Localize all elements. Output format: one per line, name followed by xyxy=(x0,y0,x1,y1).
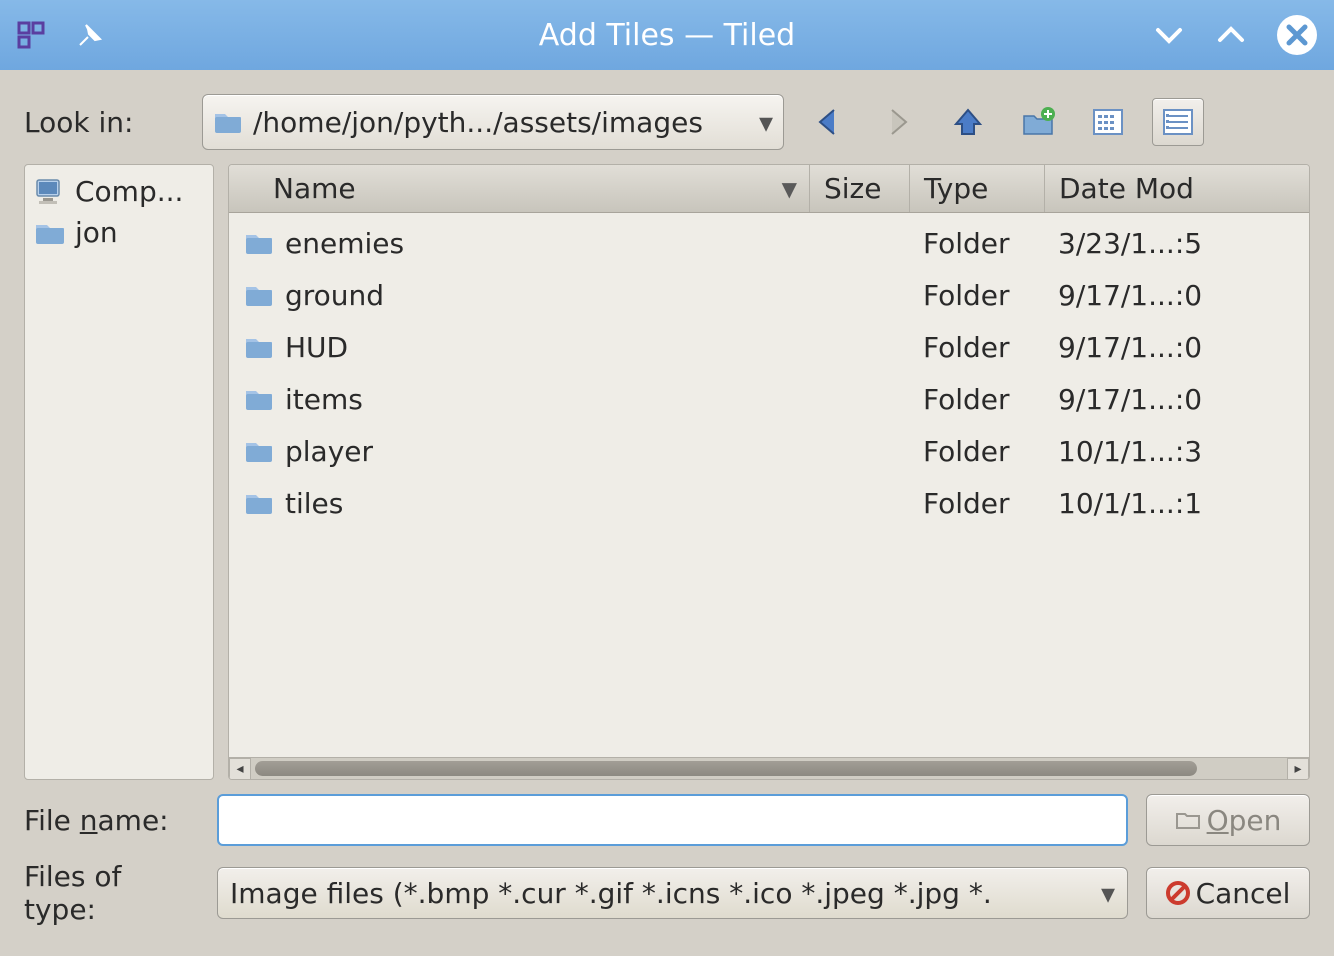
list-view-button[interactable] xyxy=(1082,98,1134,146)
sidebar: Comp... jon xyxy=(24,164,214,780)
filename-input[interactable] xyxy=(217,794,1128,846)
column-label: Size xyxy=(824,172,881,205)
scroll-right-icon[interactable]: ▸ xyxy=(1287,758,1309,780)
file-date: 9/17/1...:0 xyxy=(1058,383,1202,416)
folder-icon xyxy=(243,229,275,257)
sidebar-item-label: Comp... xyxy=(75,175,183,208)
file-type: Folder xyxy=(923,383,1010,416)
column-label: Type xyxy=(924,172,988,205)
column-header-type[interactable]: Type xyxy=(909,165,1044,212)
computer-icon xyxy=(33,177,67,207)
scrollbar-track[interactable] xyxy=(251,758,1287,779)
column-label: Date Mod xyxy=(1059,172,1194,205)
back-button[interactable] xyxy=(802,98,854,146)
file-row[interactable]: tiles Folder 10/1/1...:1 xyxy=(229,477,1309,529)
middle-area: Comp... jon Name ▼ Size Type Date Mod xyxy=(24,164,1310,780)
filename-row: File name: Open xyxy=(24,794,1310,846)
horizontal-scrollbar[interactable]: ◂ ▸ xyxy=(229,757,1309,779)
file-name: HUD xyxy=(285,331,348,364)
lookin-label: Look in: xyxy=(24,106,184,139)
file-name: player xyxy=(285,435,373,468)
file-type: Folder xyxy=(923,279,1010,312)
file-list-body[interactable]: enemies Folder 3/23/1...:5 ground Folder 9/17… xyxy=(229,213,1309,757)
filter-row: Files of type: Image files (*.bmp *.cur … xyxy=(24,860,1310,926)
file-date: 10/1/1...:1 xyxy=(1058,487,1202,520)
cancel-label: Cancel xyxy=(1196,877,1291,910)
titlebar: Add Tiles — Tiled xyxy=(0,0,1334,70)
window-title: Add Tiles — Tiled xyxy=(0,18,1334,53)
nav-buttons xyxy=(802,98,1204,146)
cancel-icon xyxy=(1166,881,1190,905)
file-row[interactable]: items Folder 9/17/1...:0 xyxy=(229,373,1309,425)
file-date: 9/17/1...:0 xyxy=(1058,331,1202,364)
file-name: enemies xyxy=(285,227,404,260)
maximize-icon[interactable] xyxy=(1214,18,1248,52)
path-combo[interactable]: /home/jon/pyth.../assets/images ▾ xyxy=(202,94,784,150)
open-button[interactable]: Open xyxy=(1146,794,1310,846)
chevron-down-icon: ▾ xyxy=(759,106,773,139)
sidebar-item-computer[interactable]: Comp... xyxy=(25,171,213,212)
path-text: /home/jon/pyth.../assets/images xyxy=(253,106,703,139)
file-name: ground xyxy=(285,279,384,312)
scroll-left-icon[interactable]: ◂ xyxy=(229,758,251,780)
close-icon[interactable] xyxy=(1276,14,1318,56)
folder-icon xyxy=(243,385,275,413)
folder-icon xyxy=(213,109,243,135)
file-date: 9/17/1...:0 xyxy=(1058,279,1202,312)
filter-text: Image files (*.bmp *.cur *.gif *.icns *.… xyxy=(230,877,992,910)
folder-icon xyxy=(243,333,275,361)
file-date: 10/1/1...:3 xyxy=(1058,435,1202,468)
folder-open-icon xyxy=(1175,809,1201,831)
forward-button[interactable] xyxy=(872,98,924,146)
dialog-body: Look in: /home/jon/pyth.../assets/images… xyxy=(0,70,1334,956)
column-label: Name xyxy=(273,172,356,205)
column-header-size[interactable]: Size xyxy=(809,165,909,212)
filename-label: File name: xyxy=(24,804,199,837)
cancel-button[interactable]: Cancel xyxy=(1146,867,1310,919)
filter-label: Files of type: xyxy=(24,860,199,926)
app-icon xyxy=(16,20,46,50)
up-button[interactable] xyxy=(942,98,994,146)
lookin-row: Look in: /home/jon/pyth.../assets/images… xyxy=(24,94,1310,150)
column-header-date[interactable]: Date Mod xyxy=(1044,165,1309,212)
sidebar-item-home[interactable]: jon xyxy=(25,212,213,253)
file-row[interactable]: player Folder 10/1/1...:3 xyxy=(229,425,1309,477)
file-row[interactable]: enemies Folder 3/23/1...:5 xyxy=(229,217,1309,269)
file-type: Folder xyxy=(923,227,1010,260)
sort-descending-icon: ▼ xyxy=(782,177,797,201)
filter-combo[interactable]: Image files (*.bmp *.cur *.gif *.icns *.… xyxy=(217,867,1128,919)
column-header-name[interactable]: Name ▼ xyxy=(229,165,809,212)
pin-icon[interactable] xyxy=(76,21,104,49)
folder-icon xyxy=(243,437,275,465)
minimize-icon[interactable] xyxy=(1152,18,1186,52)
folder-icon xyxy=(243,281,275,309)
file-name: items xyxy=(285,383,363,416)
file-name: tiles xyxy=(285,487,343,520)
folder-icon xyxy=(33,218,67,248)
file-type: Folder xyxy=(923,435,1010,468)
new-folder-button[interactable] xyxy=(1012,98,1064,146)
file-type: Folder xyxy=(923,331,1010,364)
sidebar-item-label: jon xyxy=(75,216,118,249)
scrollbar-thumb[interactable] xyxy=(255,761,1197,776)
file-row[interactable]: ground Folder 9/17/1...:0 xyxy=(229,269,1309,321)
folder-icon xyxy=(243,489,275,517)
file-row[interactable]: HUD Folder 9/17/1...:0 xyxy=(229,321,1309,373)
file-date: 3/23/1...:5 xyxy=(1058,227,1202,260)
file-list-header: Name ▼ Size Type Date Mod xyxy=(229,165,1309,213)
file-type: Folder xyxy=(923,487,1010,520)
file-list: Name ▼ Size Type Date Mod enemies Folder 3… xyxy=(228,164,1310,780)
chevron-down-icon: ▾ xyxy=(1101,877,1115,910)
detail-view-button[interactable] xyxy=(1152,98,1204,146)
